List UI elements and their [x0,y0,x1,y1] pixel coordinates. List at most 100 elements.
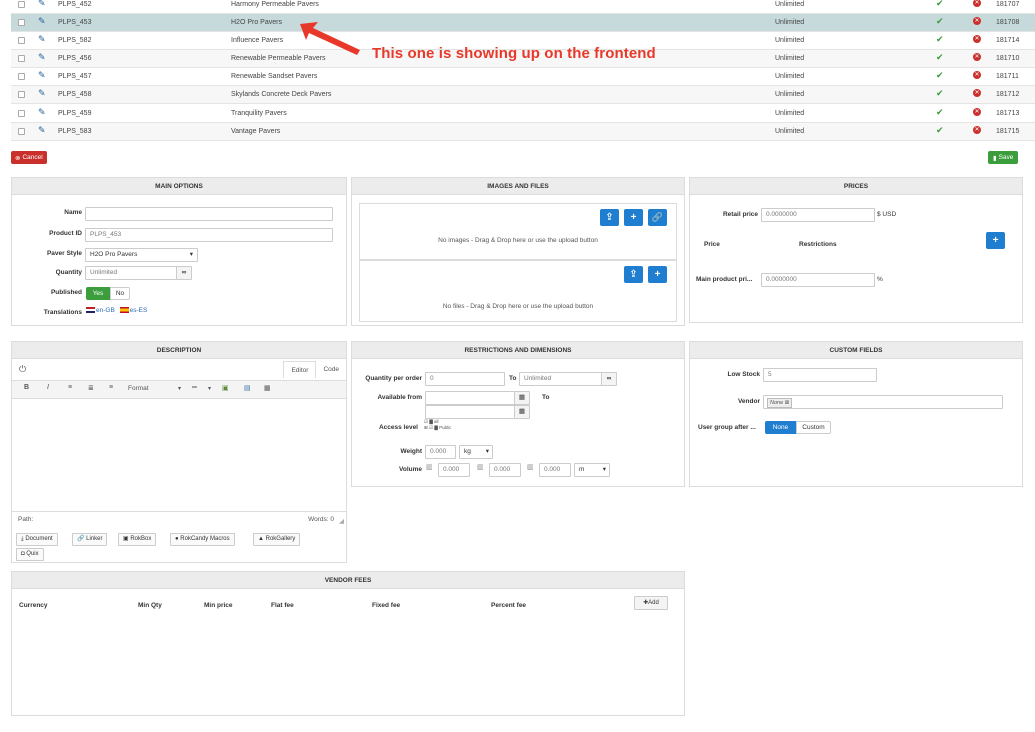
chevron-down-icon[interactable]: ▾ [178,385,181,392]
unpublish-x-icon[interactable]: ✕ [973,35,981,43]
user-group-custom-button[interactable]: Custom [796,421,831,434]
align-center-icon[interactable]: ≣ [88,384,94,392]
product-name[interactable]: Vantage Pavers [231,128,280,135]
unpublish-x-icon[interactable]: ✕ [973,17,981,25]
translation-en-link[interactable]: en-GB [96,307,115,314]
calendar-icon[interactable]: ▦ [514,391,530,405]
product-name[interactable]: Harmony Permeable Pavers [231,1,319,8]
checkbox-icon[interactable]: ☑ [429,425,433,430]
upload-image-icon[interactable]: ⇪ [600,209,619,226]
edit-pencil-icon[interactable]: ✎ [38,125,46,136]
product-name[interactable]: Renewable Sandset Pavers [231,73,317,80]
table-row-selected[interactable]: ✎ PLPS_453 H2O Pro Pavers Unlimited ✔ ✕ … [11,14,1035,32]
link-image-icon[interactable]: 🔗 [648,209,667,226]
published-no-button[interactable]: No [110,287,130,300]
published-check-icon[interactable]: ✔ [936,34,944,45]
insert-table-icon[interactable]: ▦ [264,384,271,392]
row-checkbox[interactable] [18,55,25,62]
upload-file-icon[interactable]: ⇪ [624,266,643,283]
published-check-icon[interactable]: ✔ [936,16,944,27]
unpublish-x-icon[interactable]: ✕ [973,0,981,7]
document-button[interactable]: ⤓ Document [16,533,58,546]
edit-pencil-icon[interactable]: ✎ [38,88,46,99]
add-file-icon[interactable]: + [648,266,667,283]
product-name[interactable]: H2O Pro Pavers [231,19,282,26]
edit-pencil-icon[interactable]: ✎ [38,16,46,27]
edit-pencil-icon[interactable]: ✎ [38,70,46,81]
published-check-icon[interactable]: ✔ [936,88,944,99]
paver-style-select[interactable]: H2O Pro Pavers ▾ [85,248,198,262]
row-checkbox[interactable] [18,128,25,135]
checkbox-icon[interactable]: ☑ [424,419,428,424]
images-drop-zone[interactable]: ⇪ + 🔗 No images - Drag & Drop here or us… [359,203,677,260]
tab-code[interactable]: Code [316,361,346,378]
available-from-input[interactable] [425,391,515,405]
edit-pencil-icon[interactable]: ✎ [38,52,46,63]
expand-icon[interactable]: ⊞ [424,425,428,430]
unpublish-x-icon[interactable]: ✕ [973,108,981,116]
align-left-icon[interactable]: ≡ [68,384,72,391]
volume-height-input[interactable]: 0.000 [489,463,521,477]
volume-unit-select[interactable]: m ▾ [574,463,610,477]
edit-pencil-icon[interactable]: ✎ [38,34,46,45]
edit-pencil-icon[interactable]: ✎ [38,0,46,9]
quantity-max-input[interactable]: Unlimited [519,372,602,386]
infinity-icon[interactable]: ∞ [601,372,617,386]
row-checkbox[interactable] [18,1,25,8]
table-row[interactable]: ✎ PLPS_459 Tranquility Pavers Unlimited … [11,105,1035,123]
bold-icon[interactable]: B [24,384,29,391]
user-group-none-button[interactable]: None [765,421,796,434]
remove-tag-icon[interactable]: ⊠ [785,400,790,406]
insert-media-icon[interactable]: ▤ [244,384,251,392]
row-checkbox[interactable] [18,110,25,117]
row-checkbox[interactable] [18,37,25,44]
align-right-icon[interactable]: ≡ [109,384,113,391]
vendor-input[interactable] [763,395,1003,409]
published-check-icon[interactable]: ✔ [936,52,944,63]
published-check-icon[interactable]: ✔ [936,0,944,9]
chevron-down-icon[interactable]: ▾ [208,385,211,392]
weight-input[interactable]: 0.000 [425,445,456,459]
add-vendor-fee-button[interactable]: ✚Add [634,596,668,610]
unpublish-x-icon[interactable]: ✕ [973,71,981,79]
save-button[interactable]: ▮ Save [988,151,1019,164]
files-drop-zone[interactable]: ⇪ + No files - Drag & Drop here or use t… [359,260,677,322]
published-check-icon[interactable]: ✔ [936,125,944,136]
published-check-icon[interactable]: ✔ [936,107,944,118]
retail-price-input[interactable]: 0.0000000 [761,208,875,222]
row-checkbox[interactable] [18,19,25,26]
infinity-icon[interactable]: ∞ [176,266,192,280]
power-icon[interactable]: ⏻ [19,364,26,375]
low-stock-input[interactable]: 5 [763,368,877,382]
unpublish-x-icon[interactable]: ✕ [973,89,981,97]
add-price-button[interactable]: + [986,232,1005,249]
editor-body[interactable] [12,399,346,511]
row-checkbox[interactable] [18,73,25,80]
edit-pencil-icon[interactable]: ✎ [38,107,46,118]
quantity-min-input[interactable]: 0 [425,372,505,386]
name-input[interactable] [85,207,333,221]
quix-button[interactable]: ◘ Quix [16,548,44,561]
product-name[interactable]: Skylands Concrete Deck Pavers [231,91,331,98]
table-row[interactable]: ✎ PLPS_452 Harmony Permeable Pavers Unli… [11,0,1035,14]
volume-width-input[interactable]: 0.000 [438,463,470,477]
tab-editor[interactable]: Editor [283,361,317,378]
format-dropdown[interactable]: Format [128,385,149,392]
insert-image-icon[interactable]: ▣ [222,384,229,392]
volume-depth-input[interactable]: 0.000 [539,463,571,477]
italic-icon[interactable]: I [47,384,49,391]
table-row[interactable]: ✎ PLPS_458 Skylands Concrete Deck Pavers… [11,86,1035,104]
table-row[interactable]: ✎ PLPS_583 Vantage Pavers Unlimited ✔ ✕ … [11,123,1035,141]
unpublish-x-icon[interactable]: ✕ [973,126,981,134]
weight-unit-select[interactable]: kg ▾ [459,445,493,459]
main-product-price-input[interactable]: 0.0000000 [761,273,875,287]
rokbox-button[interactable]: ▣ RokBox [118,533,157,546]
horizontal-rule-icon[interactable]: ═ [192,384,197,391]
product-name[interactable]: Influence Pavers [231,37,283,44]
calendar-icon[interactable]: ▦ [514,405,530,419]
product-name[interactable]: Tranquility Pavers [231,110,287,117]
product-id-input[interactable]: PLPS_453 [85,228,333,242]
add-image-icon[interactable]: + [624,209,643,226]
table-row[interactable]: ✎ PLPS_457 Renewable Sandset Pavers Unli… [11,68,1035,86]
rokcandy-macros-button[interactable]: ● RokCandy Macros [170,533,235,546]
